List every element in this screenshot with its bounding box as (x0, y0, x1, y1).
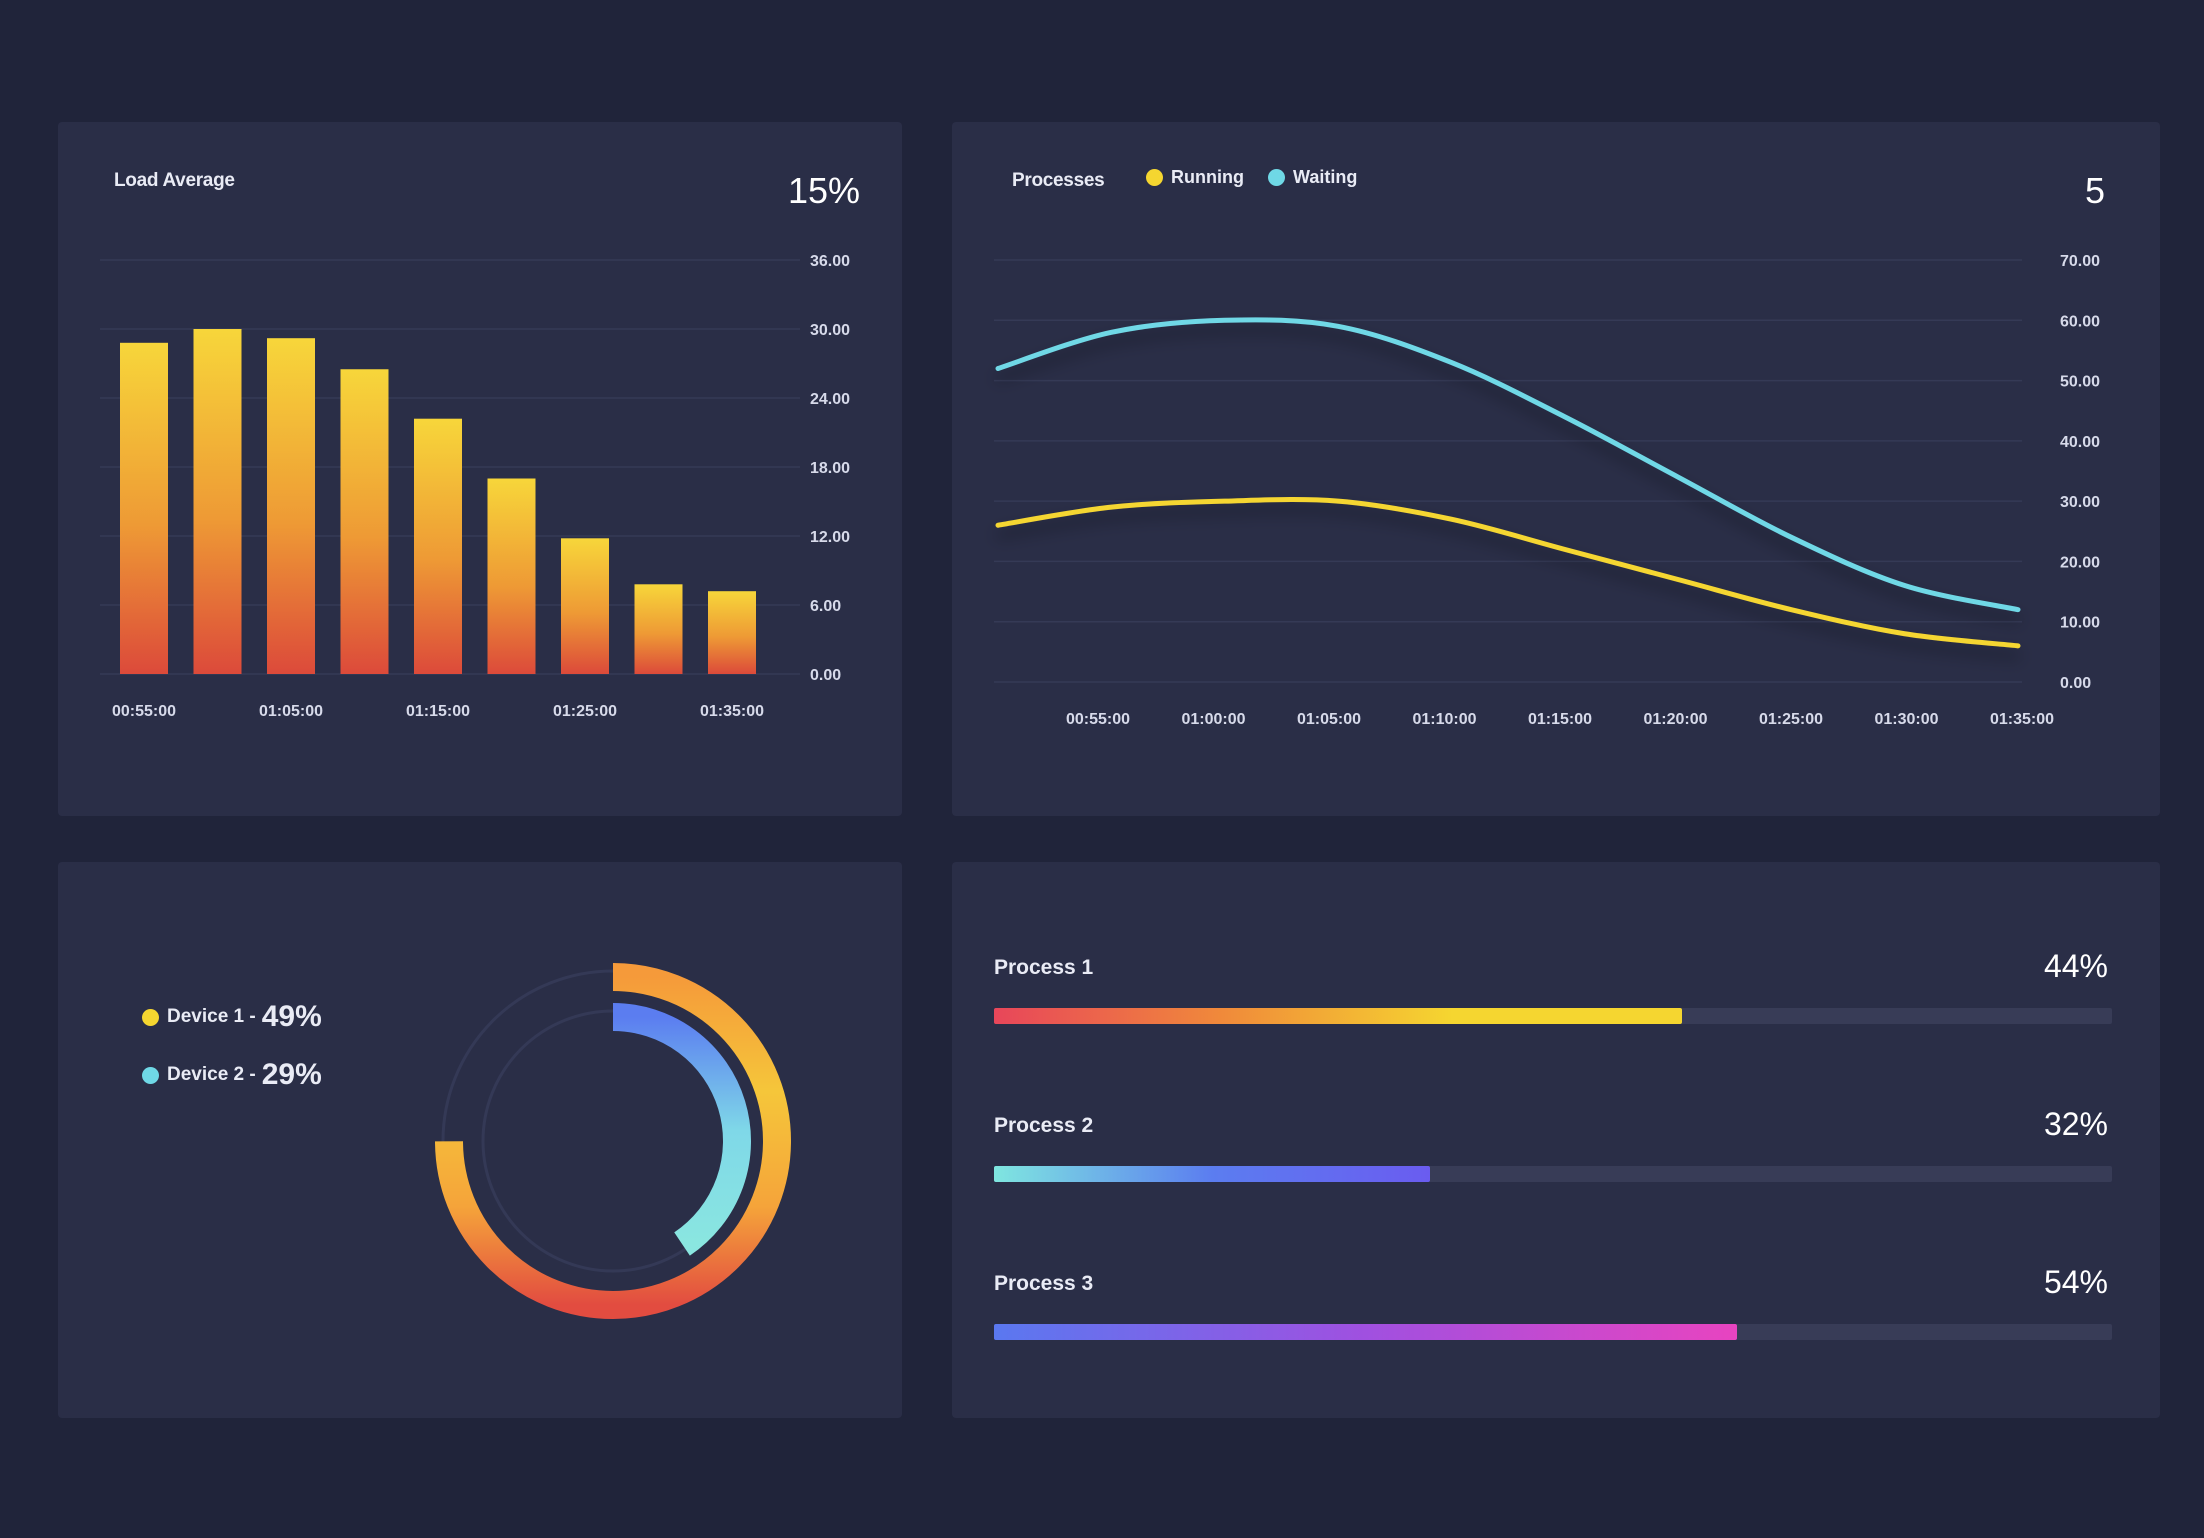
bar-y-tick-label: 0.00 (810, 667, 841, 684)
line-x-tick-label: 01:00:00 (1181, 711, 1245, 728)
load-average-chart: 36.00 30.00 24.00 18.00 12.00 6.00 0.00 00:55:0… (100, 253, 850, 720)
process-2-percent: 32% (2043, 1106, 2108, 1142)
process-1-percent: 44% (2043, 948, 2108, 984)
line-y-tick-label: 30.00 (2060, 494, 2100, 511)
line-x-tick-label: 01:20:00 (1643, 711, 1707, 728)
process-3-percent: 54% (2043, 1264, 2108, 1300)
line-x-tick-label: 01:25:00 (1759, 711, 1823, 728)
line-y-tick-label: 20.00 (2060, 554, 2100, 571)
load-bar (120, 342, 168, 674)
process-2-label: Process 2 (994, 1114, 1094, 1137)
bar-y-tick-label: 6.00 (810, 598, 841, 615)
bar-y-tick-label: 18.00 (810, 460, 850, 477)
line-y-tick-label: 70.00 (2060, 253, 2100, 270)
process-3-label: Process 3 (994, 1272, 1094, 1295)
bar-x-tick-label: 01:15:00 (406, 703, 470, 720)
process-3-track (994, 1324, 2112, 1340)
line-x-tick-label: 01:10:00 (1412, 711, 1476, 728)
devices-panel: Device 1 - 49% Device 2 - 29% (58, 862, 902, 1418)
line-x-tick-label: 00:55:00 (1066, 711, 1130, 728)
load-bar (487, 478, 536, 674)
line-y-tick-label: 40.00 (2060, 434, 2100, 451)
load-bar (267, 338, 315, 674)
bar-x-tick-label: 01:25:00 (553, 703, 617, 720)
line-x-tick-label: 01:35:00 (1990, 711, 2054, 728)
bar-y-tick-label: 36.00 (810, 253, 850, 270)
process-1-track (994, 1008, 2112, 1024)
bar-y-tick-label: 12.00 (810, 529, 850, 546)
load-average-panel: Load Average 15% 36.00 30.00 24.00 18.00 12.… (58, 122, 902, 816)
line-x-tick-label: 01:30:00 (1874, 711, 1938, 728)
bar-y-tick-label: 30.00 (810, 322, 850, 339)
load-bar (193, 329, 242, 674)
process-1-label: Process 1 (994, 956, 1094, 979)
load-bar (561, 538, 609, 674)
bar-x-tick-label: 01:05:00 (259, 703, 323, 720)
process-3-fill (994, 1324, 1738, 1340)
bar-y-tick-label: 24.00 (810, 391, 850, 408)
load-bar (414, 418, 462, 674)
devices-radial-chart (435, 963, 791, 1319)
bar-x-tick-label: 00:55:00 (112, 703, 176, 720)
process-bars-panel: Process 1 44% Process 2 32% Process 3 54… (952, 862, 2160, 1418)
process-2-track (994, 1166, 2112, 1182)
line-x-tick-label: 01:05:00 (1297, 711, 1361, 728)
load-bar (634, 584, 683, 674)
line-y-tick-label: 60.00 (2060, 313, 2100, 330)
load-bar (340, 369, 389, 674)
processes-panel: Processes Running Waiting 5 70.00 60.00 50… (952, 122, 2160, 816)
process-2-fill (994, 1166, 1431, 1182)
processes-chart: 70.00 60.00 50.00 40.00 30.00 20.00 10.00 0.00 0… (994, 253, 2100, 728)
line-y-tick-label: 50.00 (2060, 374, 2100, 391)
load-bar (708, 591, 756, 674)
process-1-fill (994, 1008, 1682, 1024)
line-x-tick-label: 01:15:00 (1528, 711, 1592, 728)
line-y-tick-label: 0.00 (2060, 675, 2091, 692)
device-2-arc (612, 1003, 751, 1256)
bar-x-tick-label: 01:35:00 (700, 703, 764, 720)
waiting-series-line (995, 317, 2021, 613)
line-y-tick-label: 10.00 (2060, 615, 2100, 632)
